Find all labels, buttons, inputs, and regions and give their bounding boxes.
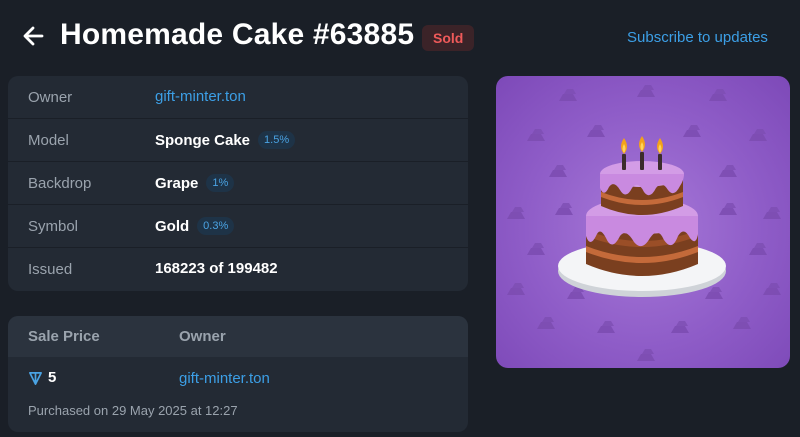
detail-row-issued: Issued 168223 of 199482 xyxy=(8,248,468,291)
purchase-date: Purchased on 29 May 2025 at 12:27 xyxy=(28,403,238,418)
subscribe-link[interactable]: Subscribe to updates xyxy=(627,29,768,46)
sale-history-card: Sale Price Owner 5 gift-minter.ton Purch… xyxy=(8,316,468,432)
rarity-badge: 0.3% xyxy=(197,217,235,235)
column-header-price: Sale Price xyxy=(28,328,100,345)
details-card: Owner gift-minter.ton Model Sponge Cake 1… xyxy=(8,76,468,291)
backdrop-value: Grape 1% xyxy=(155,174,235,192)
detail-row-backdrop: Backdrop Grape 1% xyxy=(8,162,468,205)
column-header-owner: Owner xyxy=(179,328,226,345)
detail-label: Issued xyxy=(28,261,73,278)
model-name: Sponge Cake xyxy=(155,132,251,149)
detail-label: Owner xyxy=(28,89,73,106)
rarity-badge: 1.5% xyxy=(258,131,296,149)
page-title: Homemade Cake #63885 xyxy=(60,18,415,51)
rarity-badge: 1% xyxy=(206,174,235,192)
price-amount: 5 xyxy=(48,369,57,386)
back-arrow-icon[interactable] xyxy=(20,22,48,50)
sale-owner-link[interactable]: gift-minter.ton xyxy=(179,370,270,387)
detail-row-owner: Owner gift-minter.ton xyxy=(8,76,468,119)
symbol-name: Gold xyxy=(155,218,190,235)
model-value: Sponge Cake 1.5% xyxy=(155,131,296,149)
owner-link[interactable]: gift-minter.ton xyxy=(155,88,246,105)
detail-label: Symbol xyxy=(28,218,79,235)
detail-row-model: Model Sponge Cake 1.5% xyxy=(8,119,468,162)
cake-icon xyxy=(558,136,726,297)
ton-icon xyxy=(29,372,42,385)
sale-table-header: Sale Price Owner xyxy=(8,316,468,357)
gift-artwork xyxy=(496,76,790,368)
detail-row-symbol: Symbol Gold 0.3% xyxy=(8,205,468,248)
detail-label: Model xyxy=(28,132,69,149)
backdrop-name: Grape xyxy=(155,175,199,192)
status-badge: Sold xyxy=(422,25,475,51)
artwork-svg xyxy=(507,85,781,361)
detail-label: Backdrop xyxy=(28,175,92,192)
issued-value: 168223 of 199482 xyxy=(155,260,278,277)
page-header: Homemade Cake #63885 Sold Subscribe to u… xyxy=(0,0,800,76)
symbol-value: Gold 0.3% xyxy=(155,217,235,235)
